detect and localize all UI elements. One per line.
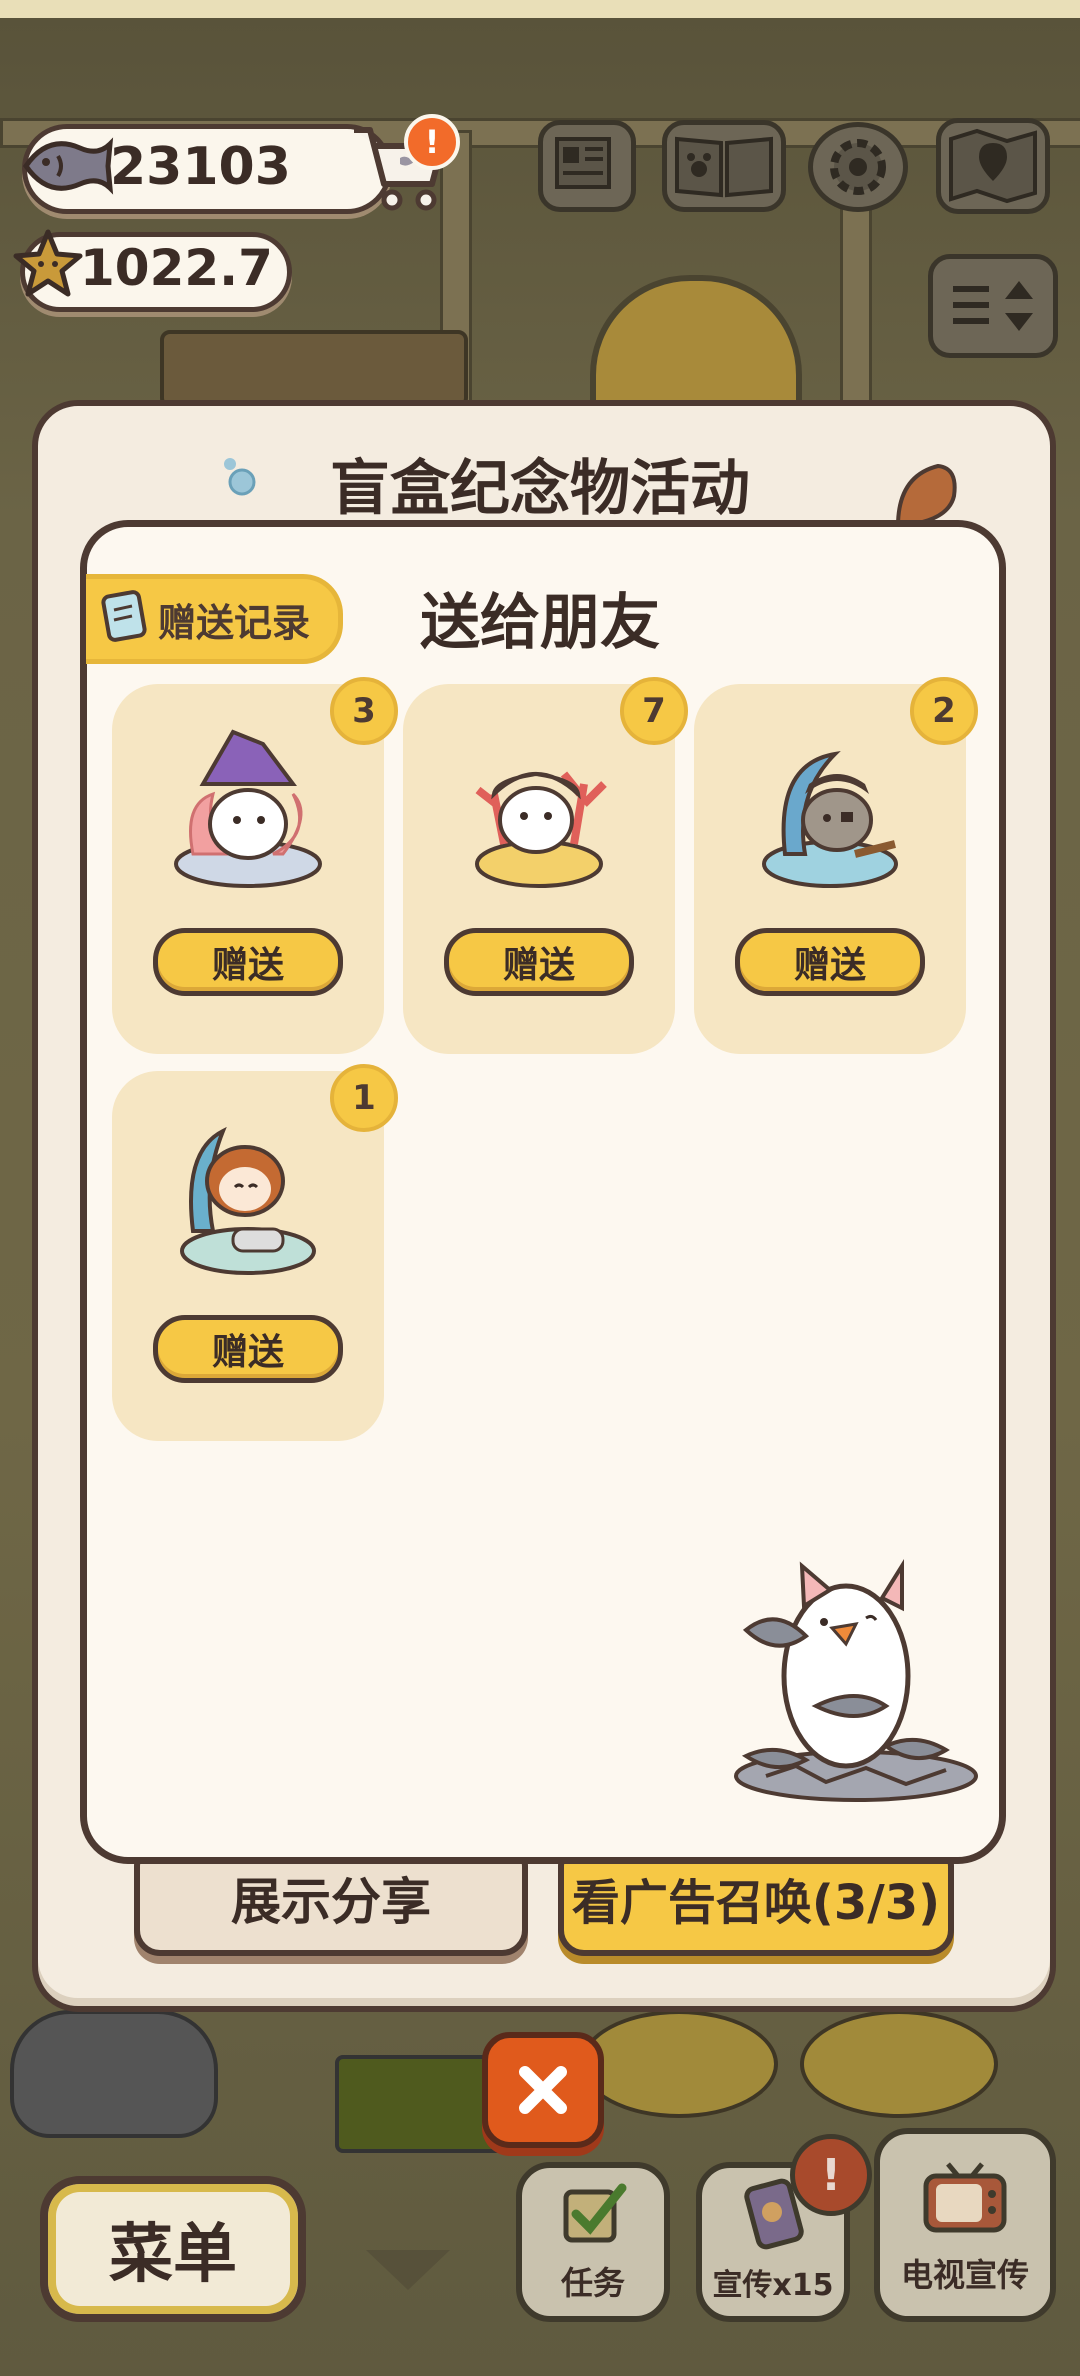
newspaper-button[interactable] — [538, 120, 636, 212]
settings-button[interactable] — [808, 122, 908, 212]
tv-label: 电视宣传 — [900, 2256, 1029, 2294]
top-stripe — [0, 0, 1080, 18]
star-icon — [13, 229, 83, 297]
dialog-title: 盲盒纪念物活动 — [330, 454, 750, 524]
tv-promote-button[interactable]: 电视宣传 — [874, 2128, 1056, 2322]
newspaper-icon — [555, 137, 611, 189]
star-count: 1022.7 — [80, 239, 273, 297]
gear-icon — [830, 139, 886, 195]
checkbox-icon — [563, 2183, 627, 2243]
stone-seat — [10, 2010, 218, 2138]
cushion — [800, 2010, 998, 2118]
fish-icon — [22, 137, 114, 195]
chevron-down-icon[interactable] — [366, 2250, 450, 2290]
menu-button[interactable]: 菜单 — [40, 2176, 306, 2322]
sort-toggle-button[interactable] — [928, 254, 1058, 358]
pirate-cat-figurine-icon — [762, 750, 898, 888]
fish-count: 23103 — [110, 137, 291, 197]
catalog-book-button[interactable] — [662, 120, 786, 212]
close-button[interactable] — [482, 2032, 604, 2148]
item-count-badge: 3 — [330, 677, 398, 745]
item-count-badge: 7 — [620, 677, 688, 745]
item-count-badge: 1 — [330, 1064, 398, 1132]
witch-cat-figurine-icon — [174, 729, 322, 888]
close-icon — [519, 2066, 567, 2114]
item-count-badge: 2 — [910, 677, 978, 745]
promo-alert-icon: ! — [790, 2134, 872, 2216]
cushion — [580, 2010, 778, 2118]
duck-cat-mascot-icon — [734, 1559, 978, 1802]
give-button[interactable]: 赠送 — [444, 928, 634, 996]
give-button[interactable]: 赠送 — [735, 928, 925, 996]
wall-sign — [160, 330, 468, 408]
task-label: 任务 — [560, 2264, 625, 2302]
promo-label: 宣传x15 — [712, 2268, 834, 2303]
bubble-icon — [224, 458, 256, 496]
coral-cat-figurine-icon — [475, 771, 607, 888]
cart-alert-icon: ! — [404, 114, 460, 170]
gift-panel-title: 送给朋友 — [420, 588, 660, 658]
tv-icon — [923, 2162, 1007, 2233]
give-button[interactable]: 赠送 — [153, 928, 343, 996]
task-button[interactable]: 任务 — [516, 2162, 670, 2322]
crab-cat-figurine-icon — [180, 1126, 316, 1275]
gift-record-label: 赠送记录 — [158, 600, 311, 645]
map-pin-icon — [949, 128, 1037, 204]
give-button[interactable]: 赠送 — [153, 1315, 343, 1383]
clipboard-icon — [101, 590, 147, 642]
sort-icon — [953, 281, 1033, 331]
paw-book-icon — [675, 136, 773, 198]
map-button[interactable] — [936, 118, 1050, 214]
